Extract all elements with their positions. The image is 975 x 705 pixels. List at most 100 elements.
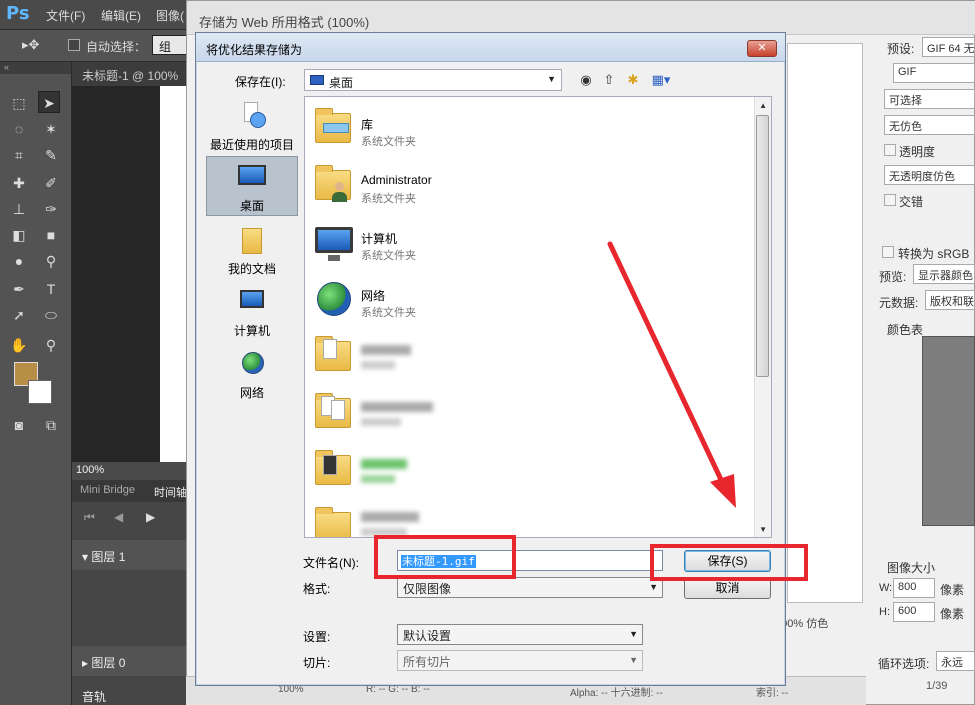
save-for-web-titlebar: 存储为 Web 所用格式 (100%) xyxy=(187,1,975,35)
timeline-tabs: Mini Bridge 时间轴 xyxy=(72,480,192,502)
height-input[interactable]: 600 xyxy=(893,602,935,622)
file-list-scrollbar[interactable]: ▲ ▼ xyxy=(754,97,771,537)
file-type: 系统文件夹 xyxy=(361,193,416,205)
timeline-panel: Mini Bridge 时间轴 ⏮ ◀ ▶ ▾ 图层 1 ▸ 图层 0 音轨 xyxy=(72,480,192,705)
place-recent-label: 最近使用的项目 xyxy=(209,138,294,152)
reduction-select[interactable]: 可选择 xyxy=(884,89,975,109)
metadata-label: 元数据: xyxy=(879,296,919,310)
blurred-name xyxy=(361,512,419,522)
format-select[interactable]: GIF xyxy=(893,63,975,83)
magic-wand-icon[interactable]: ✶ xyxy=(40,118,62,140)
computer-icon xyxy=(236,286,268,318)
settings-dropdown[interactable]: 默认设置 ▼ xyxy=(397,624,643,645)
menu-image[interactable]: 图像( xyxy=(156,7,184,24)
blur-icon[interactable]: ● xyxy=(8,250,30,272)
move-tool-icon[interactable]: ▸✥ xyxy=(22,37,39,53)
preview-select[interactable]: 显示器颜色 xyxy=(913,264,975,284)
interlaced-checkbox[interactable] xyxy=(884,194,896,206)
path-select-icon[interactable]: ➚ xyxy=(8,304,30,326)
image-size-label: 图像大小 xyxy=(887,561,936,575)
move-icon[interactable]: ➤ xyxy=(38,91,60,113)
up-folder-icon[interactable]: ⇧ xyxy=(600,71,618,89)
eyedropper-icon[interactable]: ✎ xyxy=(40,144,62,166)
loop-select[interactable]: 永远 xyxy=(936,651,975,671)
place-network[interactable]: 网络 xyxy=(206,348,298,400)
eraser-icon[interactable]: ◧ xyxy=(8,224,30,246)
save-highlight-box xyxy=(650,544,808,581)
play-icon[interactable]: ▶ xyxy=(146,510,155,524)
document-tab[interactable]: 未标题-1 @ 100% xyxy=(72,62,192,86)
gradient-icon[interactable]: ■ xyxy=(40,224,62,246)
dodge-icon[interactable]: ⚲ xyxy=(40,250,62,272)
place-documents-label: 我的文档 xyxy=(227,262,276,276)
history-brush-icon[interactable]: ✑ xyxy=(40,198,62,220)
quick-mask-icon[interactable]: ◙ xyxy=(8,414,30,436)
prev-frame-icon[interactable]: ◀ xyxy=(114,510,123,524)
view-menu-icon[interactable]: ▦▾ xyxy=(648,71,674,89)
healing-icon[interactable]: ✚ xyxy=(8,172,30,194)
place-computer[interactable]: 计算机 xyxy=(206,286,298,338)
hand-icon[interactable]: ✋ xyxy=(8,334,30,356)
zoom-icon[interactable]: ⚲ xyxy=(40,334,62,356)
list-item[interactable]: Administrator 系统文件夹 xyxy=(305,158,745,213)
width-input[interactable]: 800 xyxy=(893,578,935,598)
tab-mini-bridge[interactable]: Mini Bridge xyxy=(80,484,135,496)
file-type: 系统文件夹 xyxy=(361,250,416,262)
file-name: Administrator xyxy=(361,173,432,187)
place-documents[interactable]: 我的文档 xyxy=(206,224,298,276)
toolbox-collapse[interactable]: « xyxy=(0,62,71,74)
chevron-down-icon: ▼ xyxy=(649,582,658,592)
options-bar: ▸✥ 自动选择： 组 xyxy=(0,30,190,62)
menu-edit[interactable]: 编辑(E) xyxy=(101,7,141,24)
transparency-checkbox[interactable] xyxy=(884,144,896,156)
brush-icon[interactable]: ✐ xyxy=(40,172,62,194)
scroll-down-icon[interactable]: ▼ xyxy=(759,525,767,534)
format-label: 格式: xyxy=(303,582,331,596)
arrow-head xyxy=(710,474,736,508)
preset-select[interactable]: GIF 64 无 xyxy=(922,37,975,57)
place-recent[interactable]: 最近使用的项目 xyxy=(206,100,298,152)
list-item[interactable]: 库 系统文件夹 xyxy=(305,101,745,156)
auto-select-dropdown[interactable]: 组 xyxy=(152,35,188,55)
folder-icon xyxy=(311,392,355,436)
screen-mode-icon[interactable]: ⧉ xyxy=(40,414,62,436)
format-value: 仅限图像 xyxy=(403,582,452,596)
shape-icon[interactable]: ⬭ xyxy=(40,304,62,326)
folder-icon xyxy=(311,335,355,379)
back-icon[interactable]: ◉ xyxy=(577,71,595,89)
desktop-icon xyxy=(236,161,268,193)
pen-icon[interactable]: ✒ xyxy=(8,278,30,300)
first-frame-icon[interactable]: ⏮ xyxy=(84,510,95,525)
file-type: 系统文件夹 xyxy=(361,307,416,319)
tab-timeline[interactable]: 时间轴 xyxy=(154,484,187,500)
blurred-name xyxy=(361,459,407,469)
marquee-icon[interactable]: ⬚ xyxy=(8,92,30,114)
scroll-up-icon[interactable]: ▲ xyxy=(759,101,767,110)
convert-srgb-checkbox[interactable] xyxy=(882,246,894,258)
timeline-layer-0[interactable]: ▸ 图层 0 xyxy=(72,646,192,676)
format-dropdown[interactable]: 仅限图像 ▼ xyxy=(397,577,663,598)
background-color-swatch[interactable] xyxy=(28,380,52,404)
crop-icon[interactable]: ⌗ xyxy=(8,144,30,166)
new-folder-icon[interactable]: ✱ xyxy=(624,71,642,89)
file-type: 系统文件夹 xyxy=(361,136,416,148)
blurred-type xyxy=(361,361,395,369)
dither-select[interactable]: 无仿色 xyxy=(884,115,975,135)
color-table xyxy=(922,336,975,526)
metadata-select[interactable]: 版权和联 xyxy=(925,290,975,310)
timeline-layer-1[interactable]: ▾ 图层 1 xyxy=(72,540,192,570)
save-in-dropdown[interactable]: 桌面 ▼ xyxy=(304,69,562,91)
auto-select-checkbox[interactable] xyxy=(68,39,80,51)
scroll-thumb[interactable] xyxy=(756,115,769,377)
place-desktop[interactable]: 桌面 xyxy=(206,156,298,216)
type-icon[interactable]: T xyxy=(40,278,62,300)
dialog-titlebar: 将优化结果存储为 ✕ xyxy=(196,33,785,62)
lasso-icon[interactable]: ◌ xyxy=(8,118,30,140)
stamp-icon[interactable]: ⊥ xyxy=(8,198,30,220)
save-in-label: 保存在(I): xyxy=(235,75,286,89)
matte-dither-select[interactable]: 无透明度仿色 xyxy=(884,165,975,185)
menu-file[interactable]: 文件(F) xyxy=(46,7,85,24)
folder-icon xyxy=(311,506,355,537)
close-icon[interactable]: ✕ xyxy=(747,40,777,57)
color-table-label: 颜色表 xyxy=(887,323,924,337)
